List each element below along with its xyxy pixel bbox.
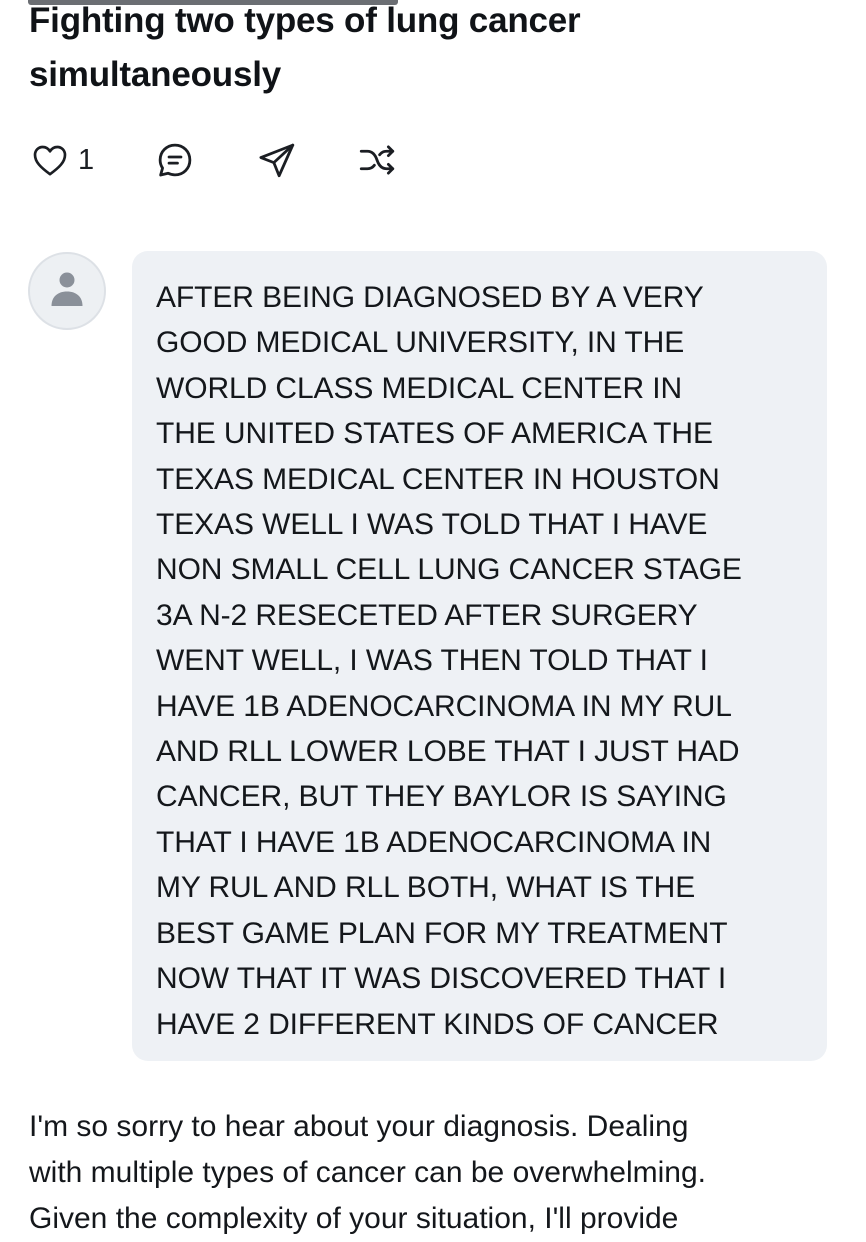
shuffle-icon [356, 139, 398, 181]
action-bar: 1 [30, 138, 430, 182]
message-bubble: AFTER BEING DIAGNOSED BY A VERY GOOD MED… [132, 251, 827, 1061]
remix-button[interactable] [356, 138, 398, 182]
comment-icon [154, 139, 196, 181]
share-button[interactable] [256, 138, 298, 182]
post-title: Fighting two types of lung cancer simult… [29, 1, 581, 94]
like-button[interactable]: 1 [30, 138, 94, 182]
send-icon [256, 139, 298, 181]
avatar[interactable] [28, 252, 106, 330]
response-text: I'm so sorry to hear about your diagnosi… [29, 1110, 706, 1235]
comment-button[interactable] [154, 138, 196, 182]
heart-icon [30, 140, 70, 180]
like-count: 1 [78, 144, 95, 176]
user-icon [48, 269, 86, 314]
message-text: AFTER BEING DIAGNOSED BY A VERY GOOD MED… [156, 281, 742, 1041]
